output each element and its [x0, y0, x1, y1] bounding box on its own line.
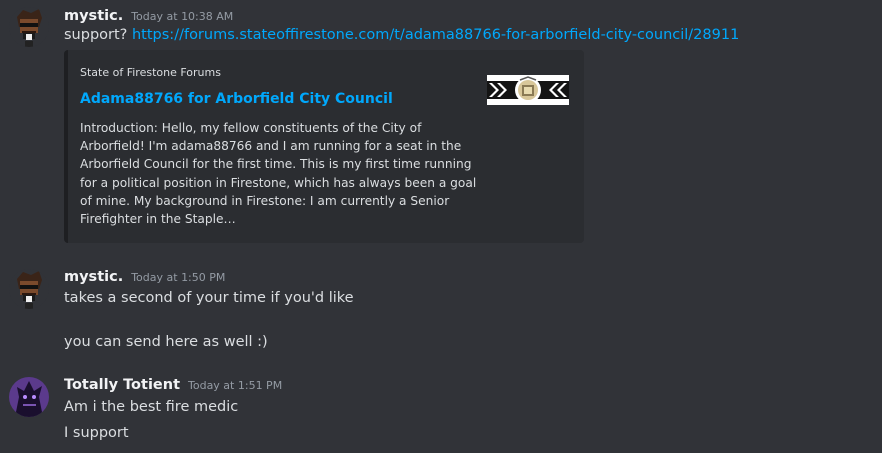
- message-header: mystic. Today at 1:50 PM: [64, 269, 225, 285]
- embed-description: Introduction: Hello, my fellow constitue…: [80, 121, 477, 227]
- timestamp[interactable]: Today at 1:50 PM: [131, 271, 225, 284]
- embed-thumbnail[interactable]: [487, 75, 569, 105]
- avatar[interactable]: [9, 269, 49, 309]
- avatar[interactable]: [9, 377, 49, 417]
- avatar[interactable]: [9, 7, 49, 47]
- message-header: mystic. Today at 10:38 AM: [64, 8, 233, 24]
- message-text: Am i the best fire medic: [64, 399, 239, 415]
- timestamp[interactable]: Today at 1:51 PM: [188, 379, 282, 392]
- message-text: you can send here as well :): [64, 334, 268, 350]
- forum-link[interactable]: https://forums.stateoffirestone.com/t/ad…: [132, 27, 739, 43]
- chat-message-list: mystic. Today at 10:38 AM support? https:…: [0, 0, 882, 453]
- embed-title[interactable]: Adama88766 for Arborfield City Council: [80, 91, 393, 107]
- mystic-avatar-icon: [9, 269, 49, 309]
- message-text: takes a second of your time if you'd lik…: [64, 290, 354, 306]
- embed-provider[interactable]: State of Firestone Forums: [80, 66, 221, 79]
- totient-avatar-icon: [9, 377, 49, 417]
- mystic-avatar-icon: [9, 7, 49, 47]
- message-text: support? https://forums.stateoffirestone…: [64, 27, 739, 43]
- link-embed: State of Firestone Forums Adama88766 for…: [64, 50, 584, 243]
- message-text: I support: [64, 425, 129, 441]
- message-text-prefix: support?: [64, 27, 128, 43]
- username[interactable]: mystic.: [64, 8, 123, 24]
- timestamp[interactable]: Today at 10:38 AM: [131, 10, 233, 23]
- username[interactable]: Totally Totient: [64, 377, 180, 393]
- firestone-seal-icon: [487, 75, 569, 105]
- message-header: Totally Totient Today at 1:51 PM: [64, 377, 282, 393]
- username[interactable]: mystic.: [64, 269, 123, 285]
